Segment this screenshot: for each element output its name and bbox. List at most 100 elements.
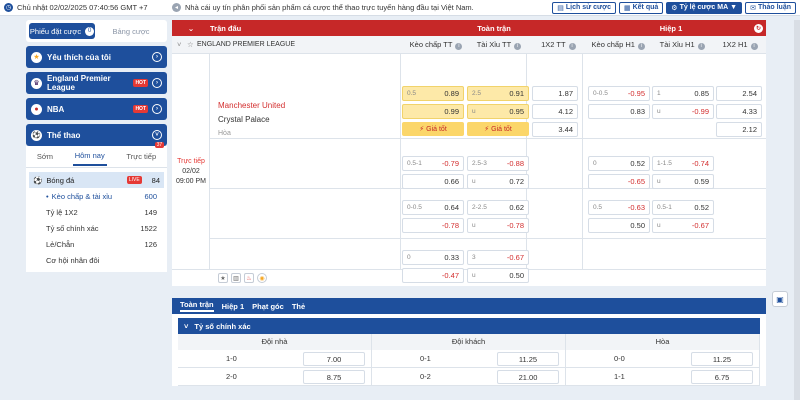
odds-button[interactable]: 0 0.52: [588, 156, 650, 171]
betslip-tab[interactable]: Phiếu đặt cược 0: [29, 23, 95, 39]
odds-button[interactable]: 2.5-3 -0.88: [467, 156, 529, 171]
odds-button[interactable]: 0-0.5 0.64: [402, 200, 464, 215]
sport-soccer[interactable]: ⚽ Bóng đá LIVE 84: [29, 172, 164, 188]
collapse-icon[interactable]: ⌄: [172, 24, 210, 33]
odds-button[interactable]: u 0.72: [467, 174, 529, 189]
odds-button[interactable]: -0.78: [402, 218, 464, 233]
best-price-button[interactable]: ⚡ Giá tốt: [402, 122, 464, 136]
discussion-button[interactable]: ✉ Thảo luận: [745, 1, 796, 14]
odds-button[interactable]: 4.12: [532, 104, 578, 119]
sidebar: Phiếu đặt cược 0 Bảng cược ★ Yêu thích c…: [26, 20, 167, 400]
odds-price: 4.33: [742, 107, 757, 116]
home-team[interactable]: Manchester United: [218, 99, 285, 113]
odds-button[interactable]: 0-0.5 -0.95: [588, 86, 650, 101]
calendar-icon[interactable]: ▣: [772, 291, 788, 307]
odds-button[interactable]: 11.25: [497, 351, 559, 366]
nav-favorites[interactable]: ★ Yêu thích của tôi ›: [26, 46, 167, 68]
page-scrollbar[interactable]: [794, 20, 800, 400]
odds-price: -0.47: [441, 271, 459, 280]
handicap-line: 2.5: [472, 90, 482, 97]
star-icon[interactable]: ★: [218, 273, 228, 283]
odds-button[interactable]: 2.5 0.91: [467, 86, 529, 101]
odds-button[interactable]: 4.33: [716, 104, 762, 119]
away-team[interactable]: Crystal Palace: [218, 113, 285, 127]
datetime: ◷ Chủ nhật 02/02/2025 07:40:56 GMT +7: [4, 3, 148, 12]
col-fulltime: Toàn trận: [477, 23, 511, 33]
odds-button[interactable]: 2.54: [716, 86, 762, 101]
col-1x2-h1: 1X2 H1 i: [714, 40, 766, 50]
odds-button[interactable]: 0.5-1 -0.79: [402, 156, 464, 171]
tab-early[interactable]: Sớm: [35, 148, 55, 165]
odds-button[interactable]: 0.66: [402, 174, 464, 189]
odds-button[interactable]: 0.99: [402, 104, 464, 119]
lightning-icon: ⚡: [419, 126, 425, 133]
bet-board-tab[interactable]: Bảng cược: [98, 23, 164, 39]
odds-button[interactable]: 21.00: [497, 369, 559, 384]
odds-button[interactable]: u 0.50: [467, 268, 529, 283]
tab-today[interactable]: Hôm nay: [72, 147, 107, 166]
odds-format-select[interactable]: ⚙ Tỷ lệ cược MA ▼: [666, 1, 743, 14]
correct-score-header: Đội nhà Đội khách Hòa: [178, 334, 760, 350]
odds-price: 0.89: [444, 89, 459, 98]
live-tv-icon[interactable]: ◉: [257, 273, 267, 283]
odds-button[interactable]: 1-1.5 -0.74: [652, 156, 714, 171]
odds-price: -0.67: [691, 221, 709, 230]
odds-format-icon: ⚙: [671, 4, 678, 12]
odds-button[interactable]: 3 -0.67: [467, 250, 529, 265]
odds-button[interactable]: 6.75: [691, 369, 753, 384]
odds-button[interactable]: 1.87: [532, 86, 578, 101]
odds-button[interactable]: -0.65: [588, 174, 650, 189]
odds-button[interactable]: 2-2.5 0.62: [467, 200, 529, 215]
tab-live[interactable]: Trực tiếp 37: [124, 142, 165, 165]
results-button[interactable]: ▦ Kết quả: [618, 1, 664, 14]
odds-button[interactable]: 2.12: [716, 122, 762, 137]
nba-icon: ●: [31, 103, 42, 115]
list-item[interactable]: Tỷ số chính xác 1522: [26, 220, 167, 236]
info-icon: i: [637, 42, 645, 50]
bet-history-button[interactable]: ▤ Lịch sử cược: [552, 1, 616, 14]
odds-button[interactable]: -0.47: [402, 268, 464, 283]
odds-button[interactable]: 11.25: [691, 351, 753, 366]
betslip-count: 0: [85, 26, 95, 36]
odds-price: 4.12: [558, 107, 573, 116]
odds-button[interactable]: u 0.95: [467, 104, 529, 119]
odds-button[interactable]: 0.5 -0.63: [588, 200, 650, 215]
stats-icon[interactable]: ▥: [231, 273, 241, 283]
hot-icon[interactable]: ♨: [244, 273, 254, 283]
odds-button[interactable]: 8.75: [303, 369, 365, 384]
odds-button[interactable]: u -0.67: [652, 218, 714, 233]
nav-epl[interactable]: ♛ England Premier League HOT ›: [26, 72, 167, 94]
odds-button[interactable]: 3.44: [532, 122, 578, 137]
clock-icon: ◷: [4, 3, 13, 12]
top-bar: ◷ Chủ nhật 02/02/2025 07:40:56 GMT +7 ◂ …: [0, 0, 800, 16]
markets-table: ⌄ Trận đấu Toàn trận Hiệp 1 ↻ ˅ ☆ ENGLAN…: [172, 20, 766, 286]
odds-button[interactable]: u -0.99: [652, 104, 714, 119]
refresh-icon[interactable]: ↻: [754, 23, 763, 33]
nav-sports[interactable]: ⚽ Thể thao ˅: [26, 124, 167, 146]
odds-price: 0.64: [444, 203, 459, 212]
odds-button[interactable]: u 0.59: [652, 174, 714, 189]
odds-button[interactable]: 0.5 0.89: [402, 86, 464, 101]
correct-score-section[interactable]: ˅ Tỷ số chính xác: [178, 318, 760, 334]
odds-button[interactable]: 1 0.85: [652, 86, 714, 101]
handicap-line: u: [657, 108, 661, 115]
odds-price: -0.63: [627, 203, 645, 212]
col-match: Trận đấu: [210, 23, 242, 33]
nav-nba[interactable]: ● NBA HOT ›: [26, 98, 167, 120]
chevron-down-icon[interactable]: ˅: [177, 40, 187, 49]
list-item[interactable]: Lẻ/Chẵn 126: [26, 236, 167, 252]
odds-button[interactable]: 0.50: [588, 218, 650, 233]
odds-button[interactable]: 0 0.33: [402, 250, 464, 265]
list-item[interactable]: Kèo chấp & tài xỉu600: [26, 188, 167, 204]
best-price-button[interactable]: ⚡ Giá tốt: [467, 122, 529, 136]
main-content: ⌄ Trận đấu Toàn trận Hiệp 1 ↻ ˅ ☆ ENGLAN…: [172, 20, 766, 400]
star-icon[interactable]: ☆: [187, 40, 197, 49]
odds-button[interactable]: 0.5-1 0.52: [652, 200, 714, 215]
odds-button[interactable]: u -0.78: [467, 218, 529, 233]
odds-price: 2.54: [742, 89, 757, 98]
odds-button[interactable]: 0.83: [588, 104, 650, 119]
odds-button[interactable]: 7.00: [303, 351, 365, 366]
list-item[interactable]: Tỷ lệ 1X2 149: [26, 204, 167, 220]
handicap-line: u: [472, 178, 476, 185]
list-item[interactable]: Cơ hội nhân đôi: [26, 252, 167, 268]
